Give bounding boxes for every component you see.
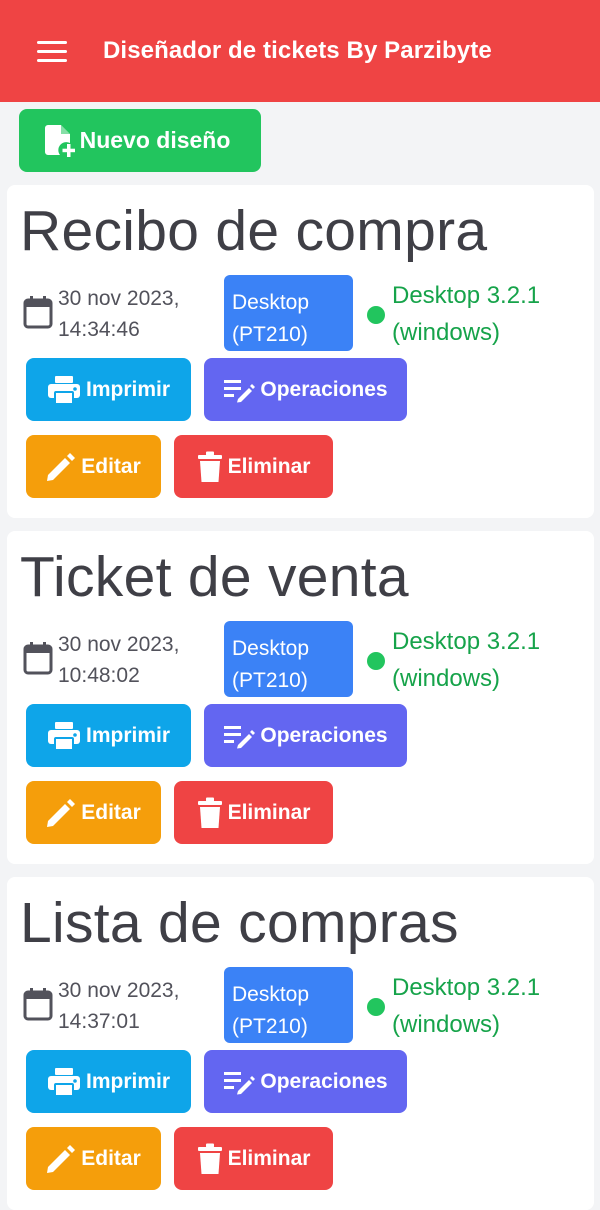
pencil-icon bbox=[46, 798, 76, 828]
printer-model: (PT210) bbox=[232, 669, 308, 692]
top-app-bar: Diseñador de tickets By Parzibyte bbox=[0, 0, 600, 102]
edit-button[interactable]: Editar bbox=[26, 1127, 161, 1190]
delete-button[interactable]: Eliminar bbox=[174, 435, 333, 498]
new-design-label: Nuevo diseño bbox=[79, 127, 231, 153]
pencil-icon bbox=[46, 1144, 76, 1174]
created-time: 14:37:01 bbox=[58, 1010, 140, 1033]
design-card: Recibo de compra 30 nov 2023, 14:34:46 D… bbox=[7, 185, 594, 518]
design-title: Ticket de venta bbox=[20, 545, 409, 609]
design-card: Ticket de venta 30 nov 2023, 10:48:02 De… bbox=[7, 531, 594, 864]
status-online-indicator bbox=[367, 306, 385, 324]
list-edit-icon bbox=[223, 723, 256, 749]
created-time: 10:48:02 bbox=[58, 664, 140, 687]
operations-label: Operaciones bbox=[260, 1069, 388, 1093]
trash-icon bbox=[197, 797, 223, 829]
created-date: 30 nov 2023, bbox=[58, 287, 180, 310]
printer-icon bbox=[47, 375, 81, 405]
printer-name: Desktop bbox=[232, 983, 310, 1006]
operations-label: Operaciones bbox=[260, 377, 388, 401]
design-card: Lista de compras 30 nov 2023, 14:37:01 D… bbox=[7, 877, 594, 1210]
version-platform: (windows) bbox=[392, 665, 501, 692]
delete-label: Eliminar bbox=[227, 454, 311, 478]
design-title: Lista de compras bbox=[20, 891, 459, 955]
list-edit-icon bbox=[223, 377, 256, 403]
operations-button[interactable]: Operaciones bbox=[204, 1050, 407, 1113]
printer-name: Desktop bbox=[232, 637, 310, 660]
edit-label: Editar bbox=[81, 454, 141, 478]
printer-icon bbox=[47, 721, 81, 751]
printer-badge: Desktop (PT210) bbox=[224, 967, 353, 1043]
calendar-icon bbox=[23, 295, 53, 329]
created-datetime: 30 nov 2023, 14:37:01 bbox=[58, 975, 179, 1037]
print-button[interactable]: Imprimir bbox=[26, 704, 191, 767]
edit-label: Editar bbox=[81, 800, 141, 824]
trash-icon bbox=[197, 451, 223, 483]
print-label: Imprimir bbox=[85, 1069, 171, 1093]
created-time: 14:34:46 bbox=[58, 318, 140, 341]
created-datetime: 30 nov 2023, 10:48:02 bbox=[58, 629, 179, 691]
operations-label: Operaciones bbox=[260, 723, 388, 747]
delete-label: Eliminar bbox=[227, 1146, 311, 1170]
operations-button[interactable]: Operaciones bbox=[204, 358, 407, 421]
version-name: Desktop 3.2.1 bbox=[392, 282, 541, 309]
plugin-version: Desktop 3.2.1 (windows) bbox=[392, 277, 540, 351]
print-button[interactable]: Imprimir bbox=[26, 1050, 191, 1113]
created-date: 30 nov 2023, bbox=[58, 633, 180, 656]
print-label: Imprimir bbox=[85, 377, 171, 401]
design-title: Recibo de compra bbox=[20, 199, 488, 263]
operations-button[interactable]: Operaciones bbox=[204, 704, 407, 767]
printer-badge: Desktop (PT210) bbox=[224, 275, 353, 351]
plugin-version: Desktop 3.2.1 (windows) bbox=[392, 969, 540, 1043]
delete-button[interactable]: Eliminar bbox=[174, 1127, 333, 1190]
version-name: Desktop 3.2.1 bbox=[392, 628, 541, 655]
print-button[interactable]: Imprimir bbox=[26, 358, 191, 421]
printer-badge: Desktop (PT210) bbox=[224, 621, 353, 697]
hamburger-menu-icon[interactable] bbox=[37, 35, 67, 68]
status-online-indicator bbox=[367, 998, 385, 1016]
calendar-icon bbox=[23, 641, 53, 675]
list-edit-icon bbox=[223, 1069, 256, 1095]
delete-button[interactable]: Eliminar bbox=[174, 781, 333, 844]
printer-model: (PT210) bbox=[232, 1015, 308, 1038]
file-plus-icon bbox=[44, 124, 76, 158]
printer-model: (PT210) bbox=[232, 323, 308, 346]
created-datetime: 30 nov 2023, 14:34:46 bbox=[58, 283, 179, 345]
print-label: Imprimir bbox=[85, 723, 171, 747]
created-date: 30 nov 2023, bbox=[58, 979, 180, 1002]
plugin-version: Desktop 3.2.1 (windows) bbox=[392, 623, 540, 697]
version-name: Desktop 3.2.1 bbox=[392, 974, 541, 1001]
version-platform: (windows) bbox=[392, 1011, 501, 1038]
status-online-indicator bbox=[367, 652, 385, 670]
delete-label: Eliminar bbox=[227, 800, 311, 824]
pencil-icon bbox=[46, 452, 76, 482]
new-design-button[interactable]: Nuevo diseño bbox=[19, 109, 261, 172]
calendar-icon bbox=[23, 987, 53, 1021]
edit-label: Editar bbox=[81, 1146, 141, 1170]
printer-name: Desktop bbox=[232, 291, 310, 314]
edit-button[interactable]: Editar bbox=[26, 435, 161, 498]
edit-button[interactable]: Editar bbox=[26, 781, 161, 844]
trash-icon bbox=[197, 1143, 223, 1175]
version-platform: (windows) bbox=[392, 319, 501, 346]
printer-icon bbox=[47, 1067, 81, 1097]
app-title: Diseñador de tickets By Parzibyte bbox=[103, 37, 492, 64]
